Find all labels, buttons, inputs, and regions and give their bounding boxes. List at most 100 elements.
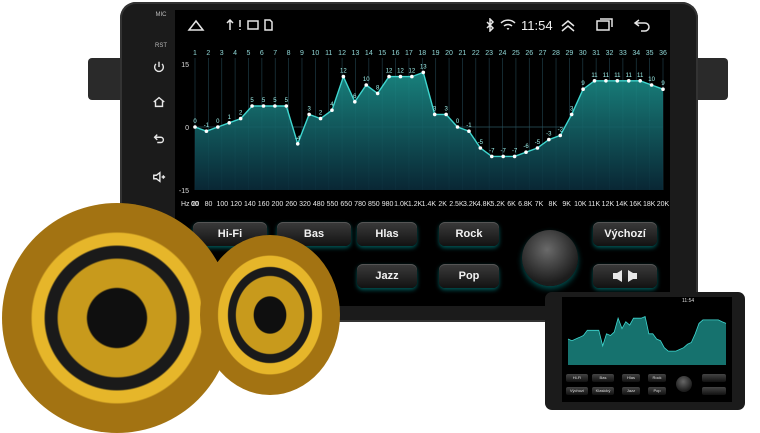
recent-apps-icon[interactable] bbox=[595, 18, 613, 32]
freq-label: 3.2K bbox=[463, 201, 478, 208]
sd-card-icon bbox=[264, 19, 273, 31]
eq-point bbox=[626, 79, 631, 83]
clock: 11:54 bbox=[521, 18, 553, 33]
freq-label: 9K bbox=[562, 201, 571, 208]
speaker-large bbox=[2, 203, 232, 433]
eq-point bbox=[295, 142, 300, 146]
freq-label: 120 bbox=[230, 201, 242, 208]
freq-label: 200 bbox=[272, 201, 284, 208]
eq-point-label: 2 bbox=[319, 111, 323, 117]
eq-point bbox=[353, 100, 357, 104]
volume-icon[interactable] bbox=[148, 170, 170, 187]
eq-area bbox=[195, 72, 663, 190]
eq-point-label: -1 bbox=[204, 123, 210, 129]
mic-label: MIC bbox=[155, 12, 167, 18]
thumb-bas-button: Bas bbox=[592, 374, 614, 382]
eq-point-label: 11 bbox=[591, 73, 598, 79]
eq-point bbox=[489, 154, 494, 159]
band-number: 18 bbox=[418, 50, 426, 57]
band-number: 19 bbox=[432, 50, 440, 57]
expand-up-icon[interactable] bbox=[559, 17, 577, 33]
eq-point-label: 0 bbox=[216, 119, 220, 125]
power-icon[interactable] bbox=[148, 60, 170, 77]
freq-label: 980 bbox=[382, 201, 394, 208]
volume-knob[interactable] bbox=[522, 230, 578, 286]
thumbnail-device: 11:54 Výchozí Klasický Jazz Pop Rock Hla… bbox=[545, 292, 745, 410]
freq-label: 160 bbox=[258, 201, 270, 208]
pop-button[interactable]: Pop bbox=[439, 264, 499, 288]
eq-point bbox=[204, 129, 209, 133]
eq-point-label: -7 bbox=[489, 148, 495, 154]
eq-point bbox=[284, 104, 289, 108]
eq-point-label: 3 bbox=[444, 106, 448, 112]
freq-label: 2K bbox=[438, 201, 447, 208]
band-number: 30 bbox=[579, 50, 587, 57]
freq-label: 550 bbox=[327, 201, 339, 208]
eq-point-label: 11 bbox=[603, 73, 610, 79]
surround-button[interactable] bbox=[593, 264, 657, 288]
hlas-button[interactable]: Hlas bbox=[357, 222, 417, 246]
bluetooth-icon bbox=[486, 18, 495, 32]
band-number: 8 bbox=[287, 50, 291, 57]
eq-point-label: -5 bbox=[478, 140, 484, 146]
equalizer-graph[interactable]: 1 2 3 4 5 6 7 8 9 10 11 12 13 14 15 16 17 18 19 20 21 22 23 24 2… bbox=[175, 42, 670, 217]
eq-point bbox=[581, 87, 585, 91]
eq-point bbox=[375, 91, 380, 96]
vychozi-button[interactable]: Výchozí bbox=[593, 222, 657, 246]
jazz-button[interactable]: Jazz bbox=[357, 264, 417, 288]
back-icon[interactable] bbox=[148, 132, 170, 149]
band-number: 7 bbox=[273, 50, 277, 57]
band-number: 10 bbox=[311, 50, 319, 57]
gallery-icon bbox=[247, 20, 259, 30]
freq-label: 140 bbox=[244, 201, 256, 208]
band-number: 17 bbox=[405, 50, 413, 57]
freq-label: 8K bbox=[549, 201, 558, 208]
band-number: 2 bbox=[206, 50, 210, 57]
band-number: 27 bbox=[539, 50, 547, 57]
thumb-right-button-2 bbox=[702, 387, 726, 395]
eq-point-label: 10 bbox=[648, 77, 655, 83]
return-icon[interactable] bbox=[633, 18, 651, 32]
eq-point bbox=[410, 74, 414, 79]
thumb-pop-button: Pop bbox=[648, 387, 666, 395]
eq-point-label: -1 bbox=[466, 123, 472, 129]
y-max-label: 15 bbox=[181, 62, 189, 69]
band-number: 3 bbox=[220, 50, 224, 57]
speaker-small bbox=[200, 235, 340, 395]
freq-label: 1.2K bbox=[408, 201, 423, 208]
eq-point-label: 12 bbox=[386, 69, 393, 75]
freq-label: 1.4K bbox=[422, 201, 437, 208]
eq-point bbox=[661, 87, 665, 91]
freq-label: 20K bbox=[657, 201, 670, 208]
eq-point bbox=[193, 125, 197, 129]
rock-button[interactable]: Rock bbox=[439, 222, 499, 246]
band-number: 23 bbox=[485, 50, 493, 57]
eq-point-label: -5 bbox=[535, 140, 541, 146]
thumbnail-eq-graph bbox=[567, 315, 727, 365]
band-number: 26 bbox=[525, 50, 533, 57]
band-number: 9 bbox=[300, 50, 304, 57]
menu-icon[interactable] bbox=[187, 18, 205, 32]
band-number: 24 bbox=[499, 50, 507, 57]
freq-label: 7K bbox=[535, 201, 544, 208]
eq-point-label: -6 bbox=[523, 144, 529, 150]
eq-point bbox=[341, 74, 346, 79]
eq-point-label: 3 bbox=[307, 106, 311, 112]
band-number: 6 bbox=[260, 50, 264, 57]
product-photo: MIC RST 11:54 1 2 3 4 5 6 7 8 9 10 11 12 13 14 15 16 17 1… bbox=[0, 0, 760, 433]
eq-point-label: 12 bbox=[397, 69, 404, 75]
eq-point bbox=[216, 125, 220, 129]
eq-point bbox=[547, 137, 551, 142]
eq-point bbox=[261, 104, 266, 108]
band-number: 33 bbox=[619, 50, 627, 57]
home-icon[interactable] bbox=[148, 95, 170, 112]
freq-label: 60 bbox=[191, 201, 199, 208]
freq-label: 1.0K bbox=[394, 201, 409, 208]
notification-icon bbox=[239, 20, 241, 30]
band-number: 12 bbox=[338, 50, 346, 57]
eq-point-label: -7 bbox=[512, 148, 518, 154]
freq-label: 320 bbox=[299, 201, 311, 208]
rst-label: RST bbox=[155, 43, 167, 49]
freq-label: 260 bbox=[285, 201, 297, 208]
eq-point bbox=[615, 79, 620, 83]
